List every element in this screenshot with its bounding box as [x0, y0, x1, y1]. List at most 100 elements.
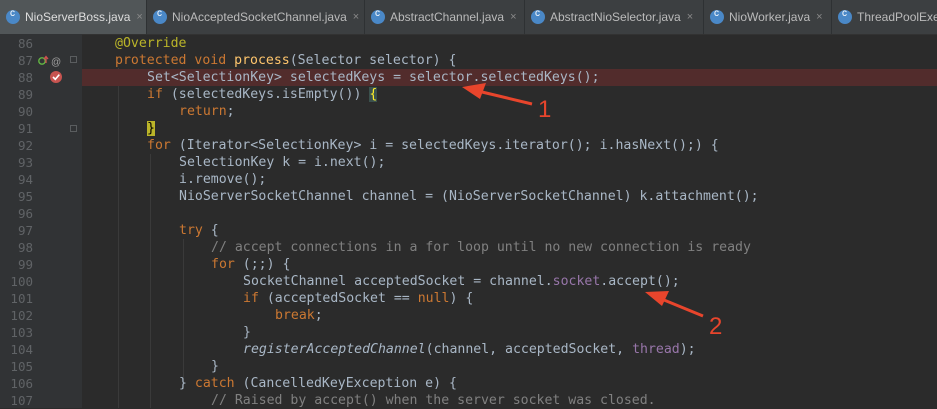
code-line-104: registerAcceptedChannel(channel, accepte… [243, 341, 937, 358]
code-line-101: if (acceptedSocket == null) { [243, 290, 937, 307]
code-token: } [211, 359, 219, 374]
line-number: 106 [10, 376, 33, 391]
tab-abstractchannel[interactable]: AbstractChannel.java × [365, 0, 525, 34]
line-number: 97 [17, 223, 33, 238]
code-token: process [234, 53, 290, 68]
code-token: ); [679, 342, 696, 357]
code-token: NioServerSocketChannel channel = (NioSer… [179, 189, 759, 204]
code-token: thread [632, 342, 680, 357]
breakpoint-icon[interactable] [49, 69, 65, 85]
line-number: 102 [10, 308, 33, 323]
code-token: Set<SelectionKey> selectedKeys = selecto… [147, 70, 600, 85]
tab-label: NioAcceptedSocketChannel.java [172, 10, 347, 24]
tab-abstractnioselector[interactable]: AbstractNioSelector.java × [525, 0, 704, 34]
code-token: (Selector selector) { [289, 53, 457, 68]
tab-label: AbstractChannel.java [390, 10, 505, 24]
svg-text:@: @ [51, 57, 61, 68]
code-token: i.remove(); [179, 172, 267, 187]
code-token: SelectionKey k = i.next(); [179, 155, 386, 170]
code-token: // accept connections in a for loop unti… [211, 240, 751, 255]
tab-label: NioWorker.java [729, 10, 811, 24]
code-token: void [194, 53, 227, 68]
code-token: socket [552, 274, 601, 289]
code-line-98: // accept connections in a for loop unti… [211, 239, 937, 256]
code-token: { [369, 87, 378, 102]
line-number-gutter[interactable]: 86 87 88 89 90 91 92 93 94 95 96 97 98 9… [0, 34, 82, 408]
line-number: 98 [17, 240, 33, 255]
code-token: registerAcceptedChannel [243, 342, 426, 357]
code-token: SocketChannel acceptedSocket = channel. [243, 274, 553, 289]
code-token: return [179, 104, 227, 119]
tab-nioacceptedsocketchannel[interactable]: NioAcceptedSocketChannel.java × [147, 0, 365, 34]
java-class-icon [371, 8, 385, 24]
annotation-label-1: 1 [538, 96, 552, 123]
tab-label: ThreadPoolExec [857, 10, 937, 24]
code-line-95: NioServerSocketChannel channel = (NioSer… [179, 188, 937, 205]
line-number: 90 [17, 104, 33, 119]
code-line-105: } [211, 358, 937, 375]
code-token: } [243, 325, 251, 340]
indent-guide [150, 154, 151, 408]
code-token: catch [194, 376, 235, 391]
java-class-icon [710, 8, 724, 24]
code-line-90: return; [179, 103, 937, 120]
line-number: 96 [17, 206, 33, 221]
code-line-94: i.remove(); [179, 171, 937, 188]
fold-icon[interactable] [70, 125, 77, 132]
code-line-103: } [243, 324, 937, 341]
tab-nioserverboss[interactable]: NioServerBoss.java × [0, 0, 147, 34]
code-token: .accept(); [600, 274, 680, 289]
code-token: protected [115, 53, 187, 68]
line-number: 88 [17, 70, 33, 85]
code-token: for [211, 257, 235, 272]
code-token: null [417, 291, 450, 306]
line-number: 95 [17, 189, 33, 204]
code-token: // Raised by accept() when the server so… [211, 393, 656, 408]
code-token: ) { [449, 291, 474, 306]
code-token: @Override [115, 36, 187, 51]
override-icon[interactable]: @ [37, 54, 63, 68]
code-token: try [179, 223, 203, 238]
code-line-87: protected void process(Selector selector… [115, 52, 937, 69]
line-number: 86 [17, 36, 33, 51]
close-icon[interactable]: × [136, 11, 142, 23]
code-line-99: for (;;) { [211, 256, 937, 273]
code-line-93: SelectionKey k = i.next(); [179, 154, 937, 171]
line-number: 92 [17, 138, 33, 153]
line-number: 94 [17, 172, 33, 187]
code-line-107: // Raised by accept() when the server so… [211, 392, 937, 408]
close-icon[interactable]: × [510, 11, 516, 23]
code-line-92: for (Iterator<SelectionKey> i = selected… [147, 137, 937, 154]
code-token: (CancelledKeyException e) { [234, 376, 457, 391]
line-number: 89 [17, 87, 33, 102]
line-number: 91 [17, 121, 33, 136]
close-icon[interactable]: × [687, 11, 693, 23]
code-line-97: try { [179, 222, 937, 239]
code-line-86: @Override [115, 35, 937, 52]
tab-threadpoolexec[interactable]: ThreadPoolExec [832, 0, 937, 34]
code-token: if [243, 291, 259, 306]
line-number: 103 [10, 325, 33, 340]
code-line-88: Set<SelectionKey> selectedKeys = selecto… [82, 69, 937, 86]
code-token: } [147, 121, 155, 136]
line-number: 107 [10, 393, 33, 408]
tab-label: AbstractNioSelector.java [550, 10, 681, 24]
line-number: 93 [17, 155, 33, 170]
java-class-icon [838, 8, 852, 24]
line-number: 87 [17, 53, 33, 68]
indent-guide [118, 68, 119, 408]
code-token: { [202, 223, 219, 238]
java-class-icon [153, 8, 167, 24]
code-token: (;;) { [234, 257, 291, 272]
close-icon[interactable]: × [353, 11, 359, 23]
tab-nioworker[interactable]: NioWorker.java × [704, 0, 832, 34]
close-icon[interactable]: × [816, 11, 822, 23]
annotation-label-2: 2 [709, 313, 723, 340]
code-token: (channel, acceptedSocket, [425, 342, 633, 357]
line-number: 101 [10, 291, 33, 306]
tab-label: NioServerBoss.java [25, 10, 131, 24]
fold-icon[interactable] [70, 56, 77, 63]
code-editor[interactable]: @Override protected void process(Selecto… [82, 34, 937, 408]
code-token: (selectedKeys.isEmpty()) [162, 87, 370, 102]
code-token: } [179, 376, 195, 391]
